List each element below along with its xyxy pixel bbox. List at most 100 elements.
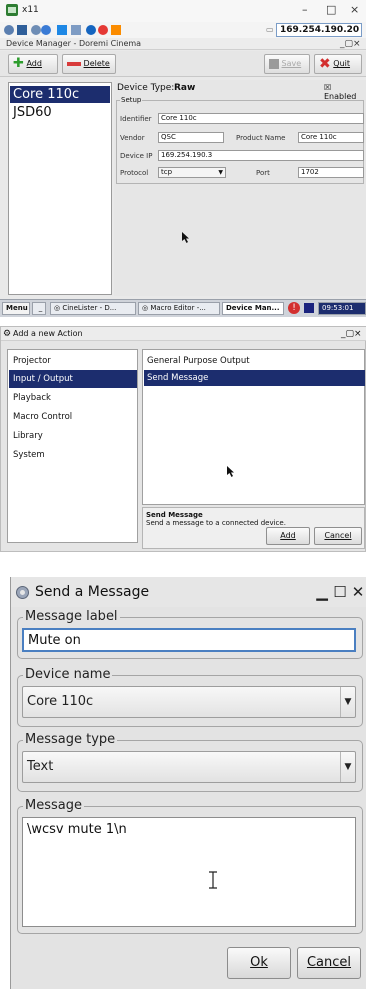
port-input[interactable]: 1702 — [298, 167, 364, 178]
category-input-output[interactable]: Input / Output — [9, 370, 137, 388]
alert-icon[interactable]: ! — [288, 302, 300, 314]
task-macro-editor[interactable]: ◎ Macro Editor -... — [138, 302, 220, 315]
task-device-manager[interactable]: Device Man... — [222, 302, 284, 315]
quick-launch-icons[interactable] — [3, 24, 123, 36]
identifier-label: Identifier — [120, 115, 152, 123]
device-type-value: Raw — [174, 83, 196, 93]
app-titlebar: Device Manager - Doremi Cinema _▢× — [0, 38, 366, 50]
save-icon — [269, 58, 279, 69]
device-details: Device Type: Raw ☒ Enabled Setup Identif… — [114, 80, 366, 296]
quit-label: Quit — [333, 59, 351, 68]
add-action-button[interactable]: Add — [266, 527, 310, 545]
minimize-button[interactable]: – — [302, 3, 308, 16]
gear-icon — [16, 586, 29, 599]
device-ip-label: Device IP — [120, 152, 153, 160]
close-button[interactable]: ✕ — [349, 583, 366, 601]
device-manager-panel: x11 – □ × ▭ 169.254.190.20 Device Manage… — [0, 0, 366, 317]
protocol-label: Protocol — [120, 169, 149, 177]
delete-label: Delete — [83, 59, 110, 68]
x11-app-icon — [6, 4, 18, 16]
chevron-down-icon: ▼ — [340, 752, 355, 782]
message-label-legend: Message label — [23, 609, 120, 624]
message-type-select[interactable]: Text ▼ — [22, 751, 356, 783]
category-system[interactable]: System — [9, 446, 137, 464]
add-action-dialog: ⚙ Add a new Action _▢× Projector Input /… — [0, 326, 366, 552]
delete-device-button[interactable]: Delete — [62, 54, 116, 74]
desktop-icon: _ — [38, 304, 43, 312]
app-window-controls[interactable]: _▢× — [340, 38, 361, 50]
send-message-titlebar: Send a Message ▁ ☐ ✕ — [11, 577, 366, 607]
dialog-window-controls[interactable]: _▢× — [341, 327, 362, 341]
description-text: Send a message to a connected device. — [146, 519, 286, 527]
ok-label: Ok — [250, 955, 268, 970]
ok-button[interactable]: Ok — [227, 947, 291, 979]
x11-titlebar: x11 – □ × — [0, 0, 366, 22]
ip-address-field[interactable]: 169.254.190.20 — [276, 23, 362, 37]
cancel-label: Cancel — [306, 955, 352, 970]
quit-button[interactable]: ✖ Quit — [314, 54, 362, 74]
device-name-select[interactable]: Core 110c ▼ — [22, 686, 356, 718]
add-device-button[interactable]: ✚ Add — [8, 54, 58, 74]
enabled-checkbox[interactable]: ☒ Enabled — [324, 83, 366, 101]
product-name-label: Product Name — [236, 134, 286, 142]
description-title: Send Message — [146, 511, 203, 519]
device-item-core-110c[interactable]: Core 110c — [10, 86, 110, 103]
save-label: Save — [281, 59, 302, 68]
show-desktop-button[interactable]: _ — [32, 302, 46, 315]
action-send-message[interactable]: Send Message — [144, 370, 365, 386]
message-type-value: Text — [27, 759, 54, 774]
category-playback[interactable]: Playback — [9, 389, 137, 407]
toolbar: ✚ Add Delete Save ✖ Quit — [0, 51, 366, 77]
dialog-gear-icon: ⚙ — [3, 329, 12, 339]
protocol-value: tcp — [161, 168, 173, 176]
cancel-button[interactable]: Cancel — [297, 947, 361, 979]
clock: 09:53:01 — [318, 302, 366, 315]
send-message-title: Send a Message — [35, 584, 150, 600]
message-label-group: Message label Mute on — [17, 609, 363, 659]
menu-button[interactable]: Menu — [2, 302, 30, 315]
message-label-input[interactable]: Mute on — [22, 628, 356, 652]
task-cinelister-label: CineLister - D... — [62, 304, 117, 312]
message-textarea[interactable]: \wcsv mute 1\n — [22, 817, 356, 927]
ip-field-icon: ▭ — [266, 25, 274, 34]
message-legend: Message — [23, 798, 84, 813]
category-list: Projector Input / Output Playback Macro … — [7, 349, 138, 543]
product-name-input[interactable]: Core 110c — [298, 132, 364, 143]
maximize-button[interactable]: ☐ — [331, 583, 349, 601]
tray-icon[interactable] — [304, 303, 314, 313]
x11-title: x11 — [22, 5, 39, 15]
chevron-down-icon: ▼ — [340, 687, 355, 717]
cancel-action-button[interactable]: Cancel — [314, 527, 362, 545]
vendor-input[interactable]: QSC — [158, 132, 224, 143]
protocol-select[interactable]: tcp ▼ — [158, 167, 226, 178]
setup-legend: Setup — [120, 96, 143, 104]
cancel-action-label: Cancel — [324, 531, 352, 540]
add-action-label: Add — [280, 531, 296, 540]
plus-icon: ✚ — [13, 55, 24, 71]
macro-editor-icon: ◎ — [142, 304, 149, 312]
minimize-button[interactable]: ▁ — [313, 583, 331, 601]
vendor-label: Vendor — [120, 134, 145, 142]
app-title: Device Manager - Doremi Cinema — [6, 39, 142, 48]
category-library[interactable]: Library — [9, 427, 137, 445]
message-type-group: Message type Text ▼ — [17, 732, 363, 792]
action-list: General Purpose Output Send Message — [142, 349, 365, 505]
category-projector[interactable]: Projector — [9, 352, 137, 370]
task-cinelister[interactable]: ◎ CineLister - D... — [50, 302, 136, 315]
close-button[interactable]: × — [350, 3, 359, 16]
save-button[interactable]: Save — [264, 54, 310, 74]
checkbox-icon: ☒ — [324, 83, 332, 92]
maximize-button[interactable]: □ — [326, 3, 336, 16]
mouse-cursor-icon — [182, 232, 189, 243]
identifier-input[interactable]: Core 110c — [158, 113, 364, 124]
add-label: Add — [26, 59, 42, 68]
message-group: Message \wcsv mute 1\n — [17, 798, 363, 934]
device-item-jsd60[interactable]: JSD60 — [10, 104, 110, 121]
text-cursor-icon — [209, 871, 217, 889]
device-name-group: Device name Core 110c ▼ — [17, 667, 363, 727]
category-macro-control[interactable]: Macro Control — [9, 408, 137, 426]
cinelister-icon: ◎ — [54, 304, 61, 312]
action-general-purpose-output[interactable]: General Purpose Output — [144, 353, 365, 369]
minus-icon — [67, 61, 81, 66]
device-ip-input[interactable]: 169.254.190.3 — [158, 150, 364, 161]
